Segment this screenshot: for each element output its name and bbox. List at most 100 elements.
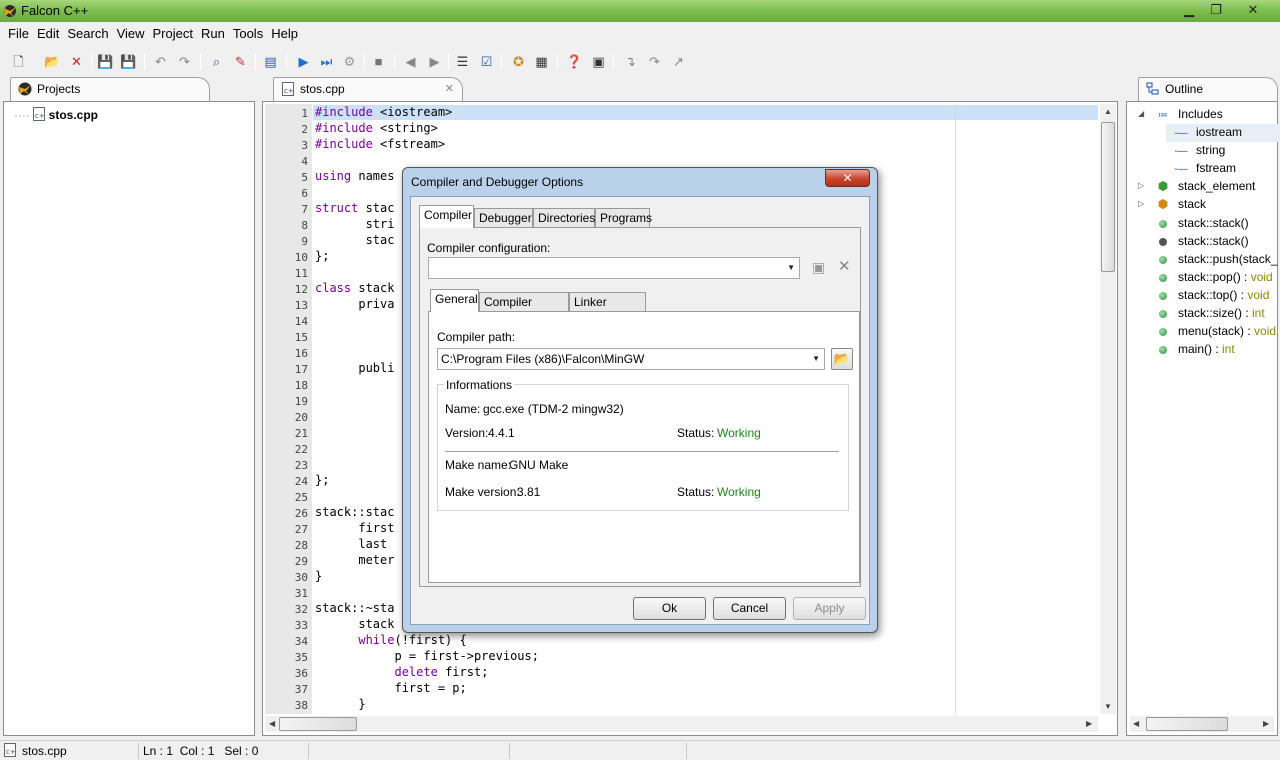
code-line: p = first->previous; (315, 649, 539, 663)
make-version-label: Make version: (445, 485, 520, 499)
save-config-icon[interactable]: ▣ (812, 259, 825, 276)
destructor-icon (1159, 237, 1167, 246)
outline-item-label: string (1196, 143, 1226, 157)
list-icon[interactable]: ☰ (454, 53, 471, 70)
folder-icon: 📂 (833, 351, 851, 366)
menu-help[interactable]: Help (267, 22, 302, 46)
build-gear-icon[interactable]: ⚙ (341, 53, 358, 70)
subtab-compiler-options[interactable]: Compiler options (479, 292, 569, 327)
previous-icon[interactable]: ◀ (402, 53, 419, 70)
outline-item[interactable]: -— fstream (1166, 160, 1236, 178)
outline-item-type: int (1222, 342, 1235, 356)
find-replace-icon[interactable]: ✎ (232, 53, 249, 70)
compiler-path-combo[interactable]: C:\Program Files (x86)\Falcon\MinGW ▼ (437, 348, 825, 370)
goto-line-icon[interactable]: ▤ (262, 53, 279, 70)
falcon-app-icon (4, 5, 16, 17)
code-line: #include <iostream> (315, 105, 453, 119)
line-number: 1 (301, 107, 308, 120)
keyword: #include (315, 121, 373, 135)
tab-directories[interactable]: Directories (533, 208, 595, 228)
compiler-options-icon[interactable]: ✪ (510, 53, 527, 70)
expander-icon[interactable]: ◢ (1138, 106, 1144, 122)
dialog-close-button[interactable]: ✕ (825, 169, 870, 187)
close-tab-icon[interactable]: ✕ (445, 78, 454, 100)
delete-config-icon[interactable]: ✕ (838, 257, 851, 275)
outline-item[interactable]: stack::stack() (1148, 215, 1249, 231)
outline-horizontal-scrollbar[interactable]: ◀ ▶ (1130, 716, 1274, 732)
expander-icon[interactable]: ▷ (1138, 178, 1144, 194)
outline-item[interactable]: -— iostream (1166, 124, 1280, 142)
menu-run[interactable]: Run (197, 22, 229, 46)
menu-file[interactable]: File (4, 22, 33, 46)
outline-item[interactable]: stack::pop() : void (1148, 269, 1273, 285)
close-window-button[interactable]: ✕ (1230, 0, 1276, 20)
compiler-path-label: Compiler path: (437, 330, 516, 344)
close-file-icon[interactable]: ✕ (68, 53, 85, 70)
new-file-icon[interactable]: 🗋 (10, 53, 27, 70)
minimize-button[interactable]: ▁ (1176, 0, 1202, 20)
code-line: delete first; (394, 665, 489, 679)
outline-item[interactable]: ▷ ⬢ stack_element (1138, 178, 1255, 194)
stop-icon[interactable]: ■ (370, 53, 387, 70)
line-number: 5 (301, 171, 308, 184)
tab-projects[interactable]: Projects (10, 77, 210, 101)
step-icon[interactable]: ⏭ (318, 53, 335, 70)
code-line: class stack (315, 281, 395, 295)
open-folder-icon[interactable]: 📂 (44, 53, 61, 70)
save-all-icon[interactable]: 💾 (120, 53, 137, 70)
environment-options-icon[interactable]: ▦ (533, 53, 550, 70)
cancel-button[interactable]: Cancel (713, 597, 786, 620)
menu-edit[interactable]: Edit (33, 22, 63, 46)
debug-step-out-icon[interactable]: ↗ (670, 53, 687, 70)
outline-item[interactable]: ▷ ⬢ stack (1138, 196, 1206, 212)
menu-search[interactable]: Search (63, 22, 112, 46)
menu-project[interactable]: Project (149, 22, 197, 46)
outline-item[interactable]: menu(stack) : void (1148, 323, 1276, 339)
chevron-down-icon: ▼ (812, 354, 820, 363)
tab-outline[interactable]: Outline (1138, 77, 1278, 101)
browse-folder-button[interactable]: 📂 (831, 348, 853, 370)
outline-item[interactable]: stack::stack() (1148, 233, 1249, 249)
keyword: while (358, 633, 395, 647)
tab-editor-file[interactable]: c+ stos.cpp ✕ (273, 77, 463, 101)
help-icon[interactable]: ❓ (566, 53, 583, 70)
tab-compiler[interactable]: Compiler (419, 205, 474, 228)
apply-button[interactable]: Apply (793, 597, 866, 620)
outline-item[interactable]: stack::size() : int (1148, 305, 1265, 321)
about-icon[interactable]: ▣ (590, 53, 607, 70)
redo-icon[interactable]: ↷ (176, 53, 193, 70)
tab-programs[interactable]: Programs (595, 208, 652, 228)
keyword: #include (315, 137, 373, 151)
debug-step-over-icon[interactable]: ↷ (646, 53, 663, 70)
toolbar: 🗋 📂 ✕ 💾 💾 ↶ ↷ ⌕ ✎ ▤ ▶ ⏭ ⚙ ■ ◀ ▶ ☰ ☑ ✪ ▦ … (0, 46, 1280, 76)
editor-vertical-scrollbar[interactable]: ▲ ▼ (1100, 104, 1116, 714)
status-label: Status: (677, 426, 715, 440)
undo-icon[interactable]: ↶ (152, 53, 169, 70)
line-number: 22 (294, 443, 308, 456)
run-icon[interactable]: ▶ (295, 53, 312, 70)
tab-debugger[interactable]: Debugger (474, 208, 533, 228)
save-icon[interactable]: 💾 (97, 53, 114, 70)
outline-item[interactable]: ◢ ≔ Includes (1138, 106, 1223, 124)
menu-tools[interactable]: Tools (229, 22, 267, 46)
outline-item[interactable]: stack::top() : void (1148, 287, 1269, 303)
ok-button[interactable]: Ok (633, 597, 706, 620)
class-icon: ⬢ (1157, 197, 1169, 211)
compiler-config-combo[interactable]: ▼ (428, 257, 800, 279)
outline-item[interactable]: -— string (1166, 142, 1225, 160)
make-name-label: Make name: (445, 458, 512, 472)
next-icon[interactable]: ▶ (426, 53, 443, 70)
expander-icon[interactable]: ▷ (1138, 196, 1144, 212)
menu-view[interactable]: View (113, 22, 149, 46)
tree-item-stos-cpp[interactable]: ···· c+ stos.cpp (14, 107, 98, 123)
debug-step-into-icon[interactable]: ↴ (622, 53, 639, 70)
line-number: 34 (294, 635, 308, 648)
checklist-icon[interactable]: ☑ (478, 53, 495, 70)
maximize-button[interactable]: ❐ (1203, 0, 1229, 20)
outline-item[interactable]: main() : int (1148, 341, 1235, 357)
find-icon[interactable]: ⌕ (208, 53, 225, 70)
subtab-linker-options[interactable]: Linker options (569, 292, 646, 327)
editor-horizontal-scrollbar[interactable]: ◀ ▶ (265, 716, 1098, 732)
outline-item[interactable]: stack::push(stack_ (1148, 251, 1277, 267)
subtab-general[interactable]: General (430, 289, 479, 312)
